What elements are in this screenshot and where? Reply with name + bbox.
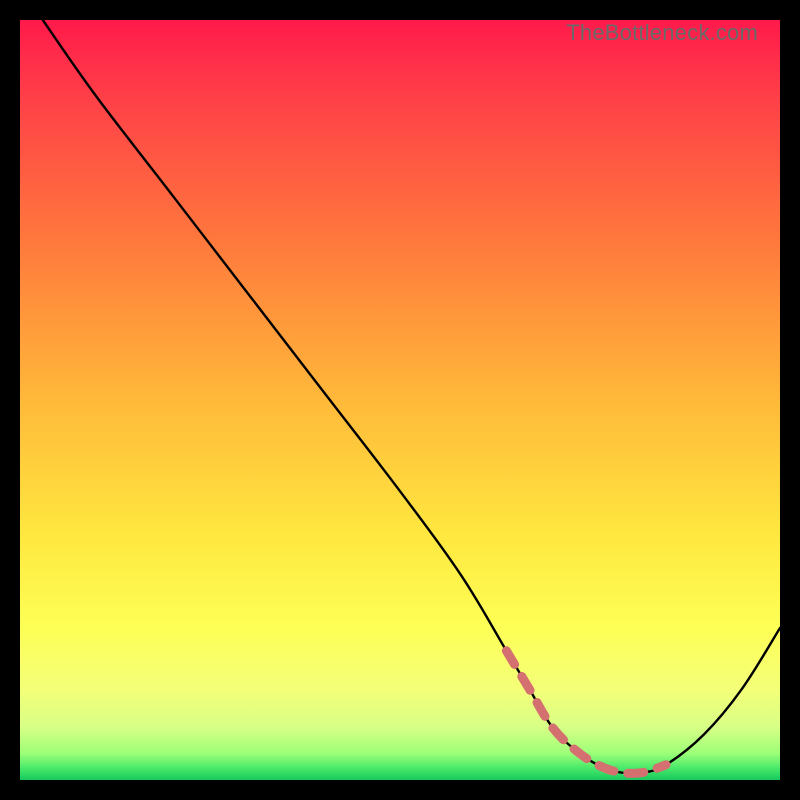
watermark-text: TheBottleneck.com <box>566 20 758 46</box>
chart-background <box>20 20 780 780</box>
bottleneck-chart <box>20 20 780 780</box>
chart-frame: TheBottleneck.com <box>20 20 780 780</box>
